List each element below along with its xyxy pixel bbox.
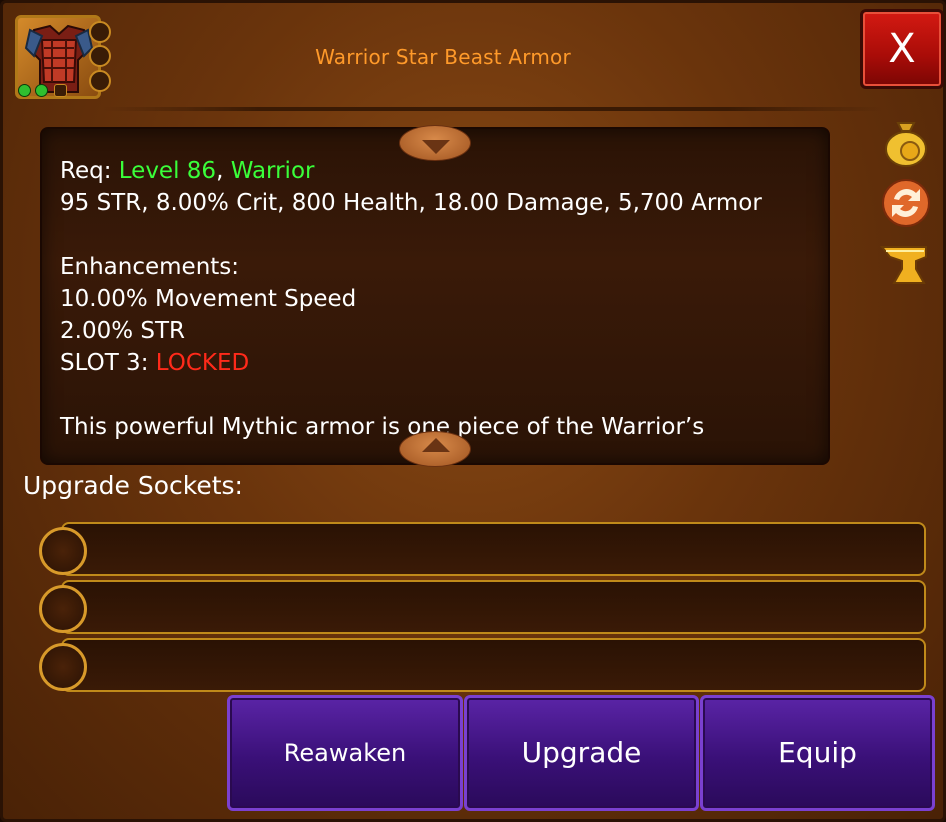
chevron-up-icon [422,438,450,452]
upgrade-socket-row[interactable] [61,580,926,634]
item-description: Req: Level 86, Warrior 95 STR, 8.00% Cri… [60,155,820,443]
gem-socket-3 [89,70,111,92]
slot3-label: SLOT 3: [60,350,156,376]
req-separator: , [216,158,231,184]
gem-socket-2 [89,45,111,67]
coin-bag-icon[interactable] [880,117,932,169]
item-detail-panel: Warrior Star Beast Armor X Req: Level 86… [0,0,946,822]
upgrade-button[interactable]: Upgrade [464,695,699,811]
reawaken-button[interactable]: Reawaken [227,695,463,811]
swap-icon[interactable] [880,177,932,229]
slot3-line: SLOT 3: LOCKED [60,347,820,379]
equip-button[interactable]: Equip [700,695,935,811]
scroll-up-button[interactable] [399,125,471,161]
enhancement-item: 2.00% STR [60,318,186,344]
stats-line: 95 STR, 8.00% Crit, 800 Health, 18.00 Da… [60,190,762,216]
scroll-down-button[interactable] [399,431,471,467]
close-button[interactable]: X [860,9,944,89]
enhancements-label: Enhancements: [60,254,240,280]
req-class: Warrior [230,158,315,184]
socket-ring-icon [39,527,87,575]
item-description-box[interactable]: Req: Level 86, Warrior 95 STR, 8.00% Cri… [40,127,830,465]
item-title: Warrior Star Beast Armor [315,45,571,69]
anvil-icon[interactable] [879,239,932,291]
req-label: Req: [60,158,119,184]
socket-ring-icon [39,585,87,633]
slot3-status: LOCKED [155,350,250,376]
req-level: Level 86 [118,158,217,184]
chevron-down-icon [422,140,450,154]
upgrade-socket-row[interactable] [61,638,926,692]
upgrade-socket-row[interactable] [61,522,926,576]
enhancement-item: 10.00% Movement Speed [60,286,357,312]
divider [103,107,883,111]
gem-slot-indicator [54,84,67,97]
socket-ring-icon [39,643,87,691]
gem-slot-indicator [35,84,48,97]
gem-socket-1 [89,21,111,43]
gem-slot-indicator [18,84,31,97]
upgrade-sockets-label: Upgrade Sockets: [23,471,243,500]
